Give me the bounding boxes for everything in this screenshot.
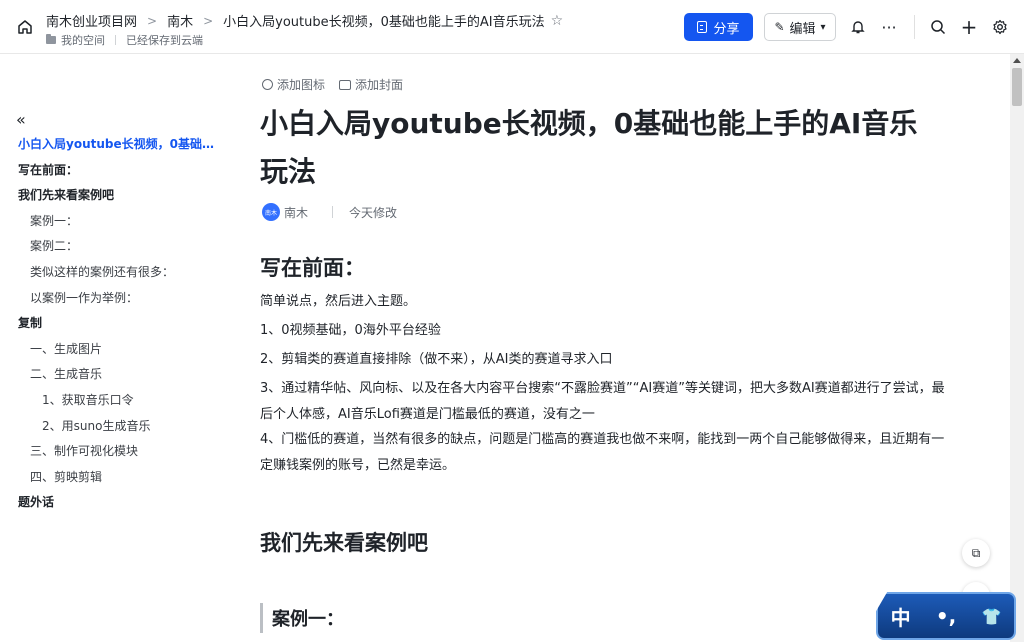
bell-icon[interactable]	[848, 17, 868, 37]
divider	[332, 206, 334, 218]
page-title-line2: 玩法	[260, 155, 317, 188]
paragraph: 3、通过精华帖、风向标、以及在各大内容平台搜索“不露脸赛道”“AI赛道”等关键词…	[260, 381, 945, 422]
author-info: 南木 南木 今天修改	[262, 203, 397, 221]
ime-punctuation[interactable]: •,	[936, 604, 956, 628]
space-label[interactable]: 我的空间	[61, 32, 105, 48]
breadcrumb-item-space[interactable]: 南木	[167, 11, 193, 30]
edit-label: 编辑	[789, 21, 816, 37]
add-icon-button[interactable]: 添加图标	[262, 76, 325, 93]
chevron-right-icon: >	[203, 13, 214, 28]
image-icon	[339, 79, 352, 90]
outline-item[interactable]: 写在前面：	[0, 158, 220, 184]
pencil-icon: ✎	[774, 20, 785, 34]
paragraph: 简单说点，然后进入主题。	[260, 294, 417, 309]
ime-chinese-mode[interactable]: 中	[891, 602, 911, 631]
chevron-down-icon: ▾	[820, 21, 826, 33]
outline-item[interactable]: 案例二：	[0, 234, 220, 260]
modified-time: 今天修改	[349, 205, 398, 220]
outline-item[interactable]: 2、用suno生成音乐	[0, 414, 220, 440]
outline-item[interactable]: 四、剪映剪辑	[0, 465, 220, 491]
smile-icon	[262, 79, 273, 90]
breadcrumb-item-doc[interactable]: 小白入局youtube长视频，0基础也能上手的AI音乐玩法	[223, 11, 544, 30]
outline-item[interactable]: 1、获取音乐口令	[0, 388, 220, 414]
more-icon[interactable]: ···	[879, 17, 899, 37]
star-icon[interactable]: ☆	[551, 13, 564, 29]
paragraph: 4、门槛低的赛道，当然有很多的缺点，问题是门槛高的赛道我也做不来啊，能找到一两个…	[260, 432, 945, 473]
breadcrumb: 南木创业项目网 > 南木 > 小白入局youtube长视频，0基础也能上手的AI…	[46, 11, 564, 31]
avatar[interactable]: 南木	[262, 203, 280, 221]
add-cover-label: 添加封面	[355, 78, 404, 92]
author-name[interactable]: 南木	[284, 204, 308, 221]
page-title[interactable]: 小白入局youtube长视频，0基础也能上手的AI音乐 玩法	[260, 100, 950, 196]
doc-location: 我的空间 已经保存到云端	[46, 32, 203, 48]
outline-item[interactable]: 复制	[0, 311, 220, 337]
gear-icon[interactable]	[990, 17, 1010, 37]
scrollbar[interactable]	[1010, 54, 1024, 642]
outline-item[interactable]: 我们先来看案例吧	[0, 183, 220, 209]
paragraph: 2、剪辑类的赛道直接排除（做不来），从AI类的赛道寻求入口	[260, 352, 613, 367]
share-label: 分享	[713, 21, 740, 37]
outline-item[interactable]: 案例一：	[0, 209, 220, 235]
paragraph: 1、0视频基础，0海外平台经验	[260, 323, 441, 338]
add-icon-label: 添加图标	[277, 78, 326, 92]
outline-item[interactable]: 三、制作可视化模块	[0, 439, 220, 465]
copy-link-icon[interactable]: ⧉	[962, 539, 990, 567]
ime-toolbar[interactable]: 中 •, 👕	[876, 592, 1016, 640]
share-icon	[697, 21, 708, 33]
heading-section2: 我们先来看案例吧	[260, 531, 428, 555]
heading-section1: 写在前面：	[260, 256, 365, 280]
doc-actions: 添加图标 添加封面	[262, 76, 403, 93]
ime-skin-icon[interactable]: 👕	[981, 607, 1001, 626]
divider	[914, 15, 915, 39]
plus-icon[interactable]: +	[959, 15, 979, 39]
outline-item[interactable]: 以案例一作为举例：	[0, 286, 220, 312]
outline-item[interactable]: 二、生成音乐	[0, 362, 220, 388]
chevron-right-icon: >	[147, 13, 158, 28]
scrollbar-thumb[interactable]	[1012, 68, 1022, 106]
scroll-up-arrow-icon[interactable]	[1013, 58, 1021, 63]
outline-item[interactable]: 题外话	[0, 490, 220, 516]
home-icon[interactable]	[16, 18, 34, 36]
add-cover-button[interactable]: 添加封面	[339, 76, 403, 93]
divider	[115, 35, 116, 45]
share-button[interactable]: 分享	[684, 13, 753, 41]
folder-icon	[46, 34, 56, 44]
edit-button[interactable]: ✎ 编辑 ▾	[764, 13, 836, 41]
outline-item[interactable]: 类似这样的案例还有很多：	[0, 260, 220, 286]
breadcrumb-item-site[interactable]: 南木创业项目网	[46, 11, 137, 30]
save-status: 已经保存到云端	[126, 34, 203, 47]
top-bar: 南木创业项目网 > 南木 > 小白入局youtube长视频，0基础也能上手的AI…	[0, 0, 1024, 54]
search-icon[interactable]	[928, 17, 948, 37]
collapse-outline-icon[interactable]: «	[16, 110, 26, 129]
page-title-line1: 小白入局youtube长视频，0基础也能上手的AI音乐	[260, 107, 918, 140]
outline-item[interactable]: 一、生成图片	[0, 337, 220, 363]
heading-section3: 案例一：	[260, 603, 344, 633]
outline-item[interactable]: 小白入局youtube长视频，0基础也能上手的AI音乐玩法	[0, 132, 220, 158]
outline-list: 小白入局youtube长视频，0基础也能上手的AI音乐玩法写在前面：我们先来看案…	[0, 132, 220, 516]
